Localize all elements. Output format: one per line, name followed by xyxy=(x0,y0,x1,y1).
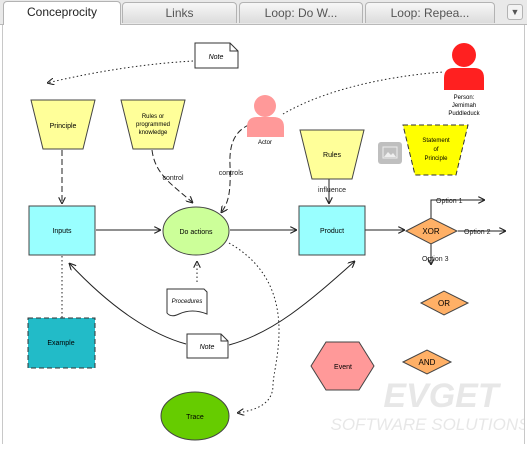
xor-node[interactable]: XOR xyxy=(404,217,459,245)
tab-bar: Conceprocity Links Loop: Do W... Loop: R… xyxy=(0,0,527,25)
tab-conceprocity[interactable]: Conceprocity xyxy=(3,1,121,25)
label-option1: Option 1 xyxy=(436,198,463,205)
do-actions-node[interactable]: Do actions xyxy=(162,206,230,256)
example-label: Example xyxy=(47,340,74,347)
watermark-line2: SOFTWARE SOLUTIONS xyxy=(331,415,525,434)
edge-actor-to-person[interactable] xyxy=(282,71,444,115)
image-icon[interactable] xyxy=(378,142,402,164)
and-label: AND xyxy=(419,358,436,367)
note-mid-node[interactable]: Note xyxy=(186,333,229,359)
diagram-svg: EVGET SOFTWARE SOLUTIONS control control… xyxy=(27,42,527,441)
edge-note-to-product[interactable] xyxy=(228,261,355,346)
note-top-label: Note xyxy=(209,54,224,61)
note-mid-label: Note xyxy=(200,344,215,351)
person-line2: Jemimah xyxy=(452,103,476,109)
watermark-line1: EVGET xyxy=(383,377,501,415)
product-label: Product xyxy=(320,228,344,235)
inputs-node[interactable]: Inputs xyxy=(28,205,96,256)
trace-node[interactable]: Trace xyxy=(160,391,230,441)
principle-label: Principle xyxy=(50,123,77,130)
note-top-node[interactable]: Note xyxy=(194,42,239,69)
edge-note-to-principle[interactable] xyxy=(47,60,194,83)
edge-doactions-to-trace[interactable] xyxy=(228,242,280,413)
or-label: OR xyxy=(438,299,450,308)
rules-knowledge-line1: Rules or xyxy=(142,114,164,120)
principle-node[interactable]: Principle xyxy=(30,99,96,150)
inputs-label: Inputs xyxy=(52,228,72,235)
example-node[interactable]: Example xyxy=(27,317,96,369)
do-actions-label: Do actions xyxy=(179,229,213,236)
rules-label: Rules xyxy=(323,152,341,159)
person-line1: Person: xyxy=(454,95,475,101)
and-node[interactable]: AND xyxy=(401,349,453,375)
xor-label: XOR xyxy=(422,227,440,236)
tab-links[interactable]: Links xyxy=(122,2,237,23)
rules-node[interactable]: Rules xyxy=(299,129,365,180)
statement-line1: Statement xyxy=(422,138,450,144)
trace-label: Trace xyxy=(186,414,204,421)
or-node[interactable]: OR xyxy=(419,290,470,316)
rules-knowledge-line2: programmed xyxy=(136,122,170,128)
diagram-canvas[interactable]: EVGET SOFTWARE SOLUTIONS control control… xyxy=(2,25,527,444)
statement-line2: of xyxy=(433,147,438,153)
label-option2: Option 2 xyxy=(464,229,491,236)
chevron-down-icon: ▼ xyxy=(510,7,520,17)
person-node[interactable]: Person: Jemimah Puddleduck xyxy=(444,43,484,117)
label-control: control xyxy=(162,175,183,182)
product-node[interactable]: Product xyxy=(298,205,366,256)
person-line3: Puddleduck xyxy=(448,111,480,117)
statement-node[interactable]: Statement of Principle xyxy=(402,124,469,176)
rules-knowledge-node[interactable]: Rules or programmed knowledge xyxy=(120,99,186,150)
event-label: Event xyxy=(334,364,352,371)
tab-loop-do-while[interactable]: Loop: Do W... xyxy=(239,2,363,23)
tab-list-button[interactable]: ▼ xyxy=(507,4,523,20)
label-controls: controls xyxy=(219,170,244,177)
procedures-label: Procedures xyxy=(172,299,203,305)
tab-loop-repeat[interactable]: Loop: Repea... xyxy=(365,2,495,23)
actor-label: Actor xyxy=(258,140,272,146)
event-node[interactable]: Event xyxy=(310,341,375,391)
label-influence: influence xyxy=(318,187,346,194)
rules-knowledge-line3: knowledge xyxy=(139,130,168,136)
statement-line3: Principle xyxy=(424,156,448,162)
procedures-node[interactable]: Procedures xyxy=(166,288,208,317)
label-option3: Option 3 xyxy=(422,256,449,263)
actor-node[interactable]: Actor xyxy=(247,95,284,146)
